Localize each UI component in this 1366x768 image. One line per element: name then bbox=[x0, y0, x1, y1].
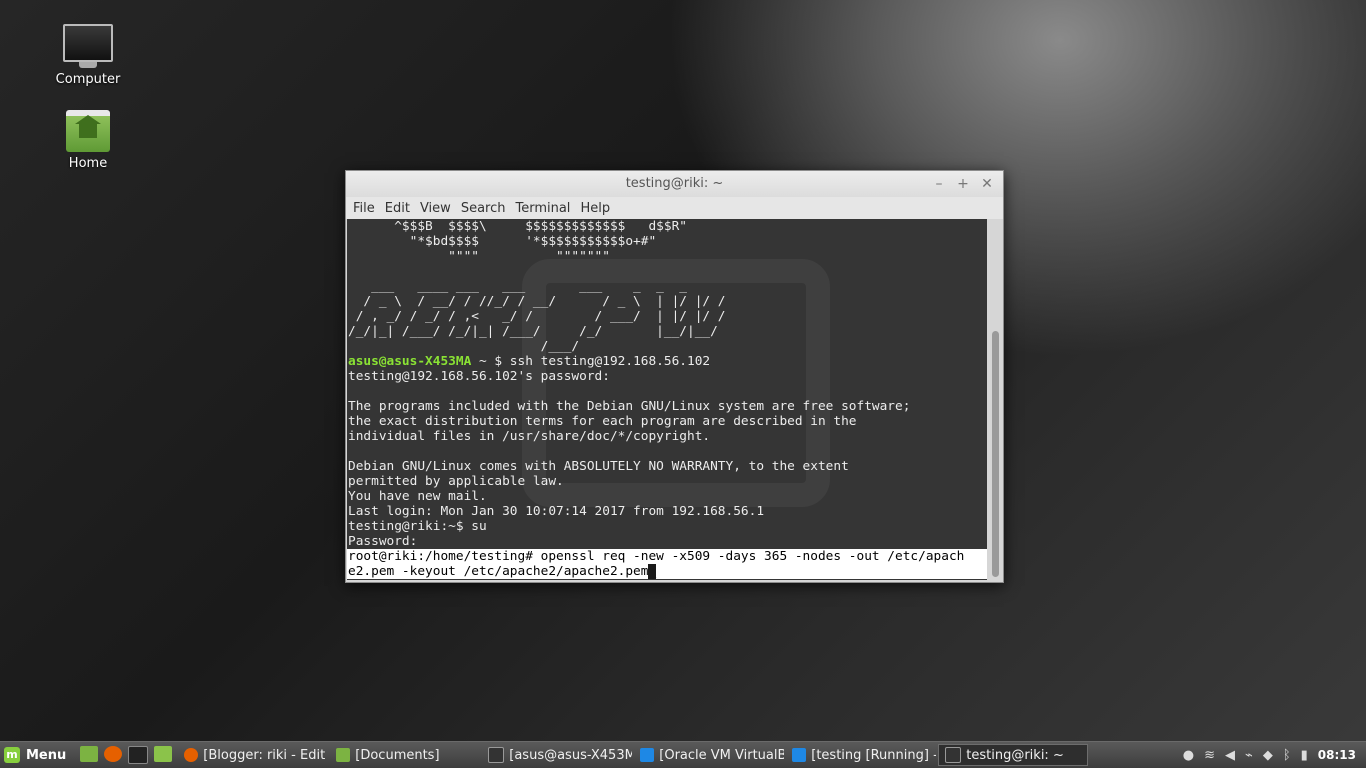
mint-logo-icon: m bbox=[4, 747, 20, 763]
ascii-art-line: "*$bd$$$$ '*$$$$$$$$$$$o+#" bbox=[348, 234, 657, 249]
prompt-user: asus@asus-X453MA bbox=[348, 354, 472, 369]
computer-icon bbox=[63, 24, 113, 68]
menubar: File Edit View Search Terminal Help bbox=[346, 197, 1003, 219]
desktop-icon-label: Home bbox=[68, 156, 108, 171]
battery-icon[interactable]: ▮ bbox=[1301, 748, 1308, 763]
task-testing-vm[interactable]: [testing [Running] - ... bbox=[786, 744, 936, 766]
volume-icon[interactable]: ◀ bbox=[1225, 748, 1235, 763]
terminal-icon bbox=[488, 747, 505, 763]
menu-help[interactable]: Help bbox=[575, 201, 615, 216]
terminal-output[interactable]: ^$$$B $$$$\ $$$$$$$$$$$$$ d$$R" "*$bd$$$… bbox=[347, 219, 987, 580]
task-label: testing@riki: ~ bbox=[966, 747, 1064, 763]
system-tray: ● ≋ ◀ ⌁ ◆ ᛒ ▮ 08:13 bbox=[1183, 748, 1366, 763]
menu-search[interactable]: Search bbox=[456, 201, 511, 216]
menu-view[interactable]: View bbox=[415, 201, 456, 216]
firefox-icon bbox=[184, 748, 199, 762]
user-icon[interactable]: ● bbox=[1183, 748, 1194, 763]
start-menu-button[interactable]: m Menu bbox=[0, 747, 74, 763]
folder-icon bbox=[336, 748, 351, 762]
shield-icon[interactable]: ◆ bbox=[1263, 748, 1273, 763]
bluetooth-icon[interactable]: ᛒ bbox=[1283, 748, 1291, 763]
clock[interactable]: 08:13 bbox=[1318, 748, 1356, 762]
home-folder-icon bbox=[66, 110, 110, 152]
task-label: [testing [Running] - ... bbox=[811, 747, 936, 763]
task-label: [asus@asus-X453M... bbox=[509, 747, 633, 763]
scrollbar[interactable] bbox=[989, 219, 1002, 580]
task-documents[interactable]: [Documents] bbox=[330, 744, 480, 766]
wifi-icon[interactable]: ≋ bbox=[1204, 748, 1215, 763]
task-label: [Documents] bbox=[355, 747, 440, 763]
task-terminal-testing[interactable]: testing@riki: ~ bbox=[938, 744, 1089, 766]
menu-file[interactable]: File bbox=[348, 201, 380, 216]
selected-command-line: e2.pem -keyout /etc/apache2/apache2.pem_ bbox=[347, 564, 987, 579]
selected-command-line: root@riki:/home/testing# openssl req -ne… bbox=[347, 549, 987, 564]
menu-terminal[interactable]: Terminal bbox=[510, 201, 575, 216]
virtualbox-icon bbox=[640, 748, 655, 762]
desktop-icon-label: Computer bbox=[55, 72, 121, 87]
window-titlebar[interactable]: testing@riki: ~ – + ✕ bbox=[346, 171, 1003, 197]
desktop-icon-computer[interactable]: Computer bbox=[28, 24, 148, 87]
close-button[interactable]: ✕ bbox=[981, 171, 993, 197]
window-title: testing@riki: ~ bbox=[625, 176, 724, 191]
terminal-icon bbox=[945, 747, 962, 763]
task-virtualbox[interactable]: [Oracle VM VirtualB... bbox=[634, 744, 784, 766]
ascii-art-line: ^$$$B $$$$\ $$$$$$$$$$$$$ d$$R" bbox=[348, 219, 687, 234]
firefox-icon[interactable] bbox=[104, 746, 123, 762]
quick-launch bbox=[74, 746, 178, 764]
scrollbar-thumb[interactable] bbox=[992, 331, 999, 577]
task-terminal-asus[interactable]: [asus@asus-X453M... bbox=[482, 744, 632, 766]
output-line: testing@riki:~$ su bbox=[348, 519, 487, 534]
menu-edit[interactable]: Edit bbox=[380, 201, 415, 216]
mint-watermark-icon bbox=[522, 259, 830, 507]
task-label: [Blogger: riki - Edit e... bbox=[203, 747, 328, 763]
taskbar: m Menu [Blogger: riki - Edit e... [Docum… bbox=[0, 741, 1366, 768]
desktop-icon-home[interactable]: Home bbox=[28, 110, 148, 171]
virtualbox-icon bbox=[792, 748, 807, 762]
task-label: [Oracle VM VirtualB... bbox=[659, 747, 785, 763]
maximize-button[interactable]: + bbox=[957, 171, 969, 197]
text-cursor: _ bbox=[648, 564, 657, 579]
minimize-button[interactable]: – bbox=[933, 171, 945, 197]
task-blogger[interactable]: [Blogger: riki - Edit e... bbox=[178, 744, 328, 766]
menu-label: Menu bbox=[26, 747, 67, 763]
folder-icon[interactable] bbox=[154, 746, 173, 762]
terminal-icon[interactable] bbox=[128, 746, 149, 764]
usb-icon[interactable]: ⌁ bbox=[1245, 748, 1253, 763]
show-desktop-icon[interactable] bbox=[80, 746, 99, 762]
command-continuation: e2.pem -keyout /etc/apache2/apache2.pem bbox=[348, 564, 649, 579]
output-line: Password: bbox=[348, 534, 418, 549]
terminal-window: testing@riki: ~ – + ✕ File Edit View Sea… bbox=[345, 170, 1004, 583]
